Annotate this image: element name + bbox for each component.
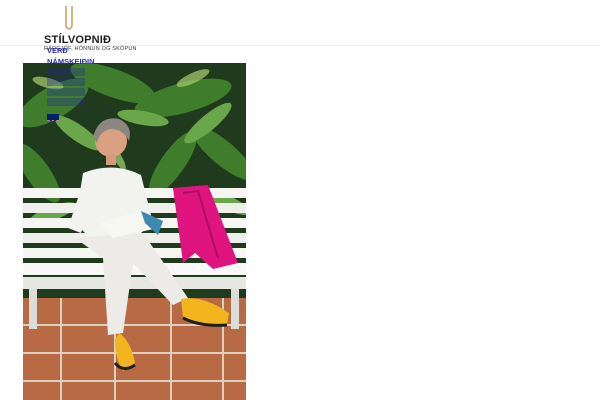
menu-item-placeholder[interactable] (47, 68, 85, 76)
logo-mark-icon (65, 6, 73, 30)
menu-item-placeholder[interactable] (47, 98, 85, 106)
menu-item-namskeidin[interactable]: NÁMSKEIÐIN (47, 56, 127, 67)
menu-item-verd[interactable]: VERÐ (47, 45, 127, 56)
header-bar: STÍLVOPNIÐ RÁÐGJÖF, HÖNNUN OG SKÖPUN (0, 0, 600, 52)
menu-item-placeholder[interactable] (47, 88, 85, 96)
main-menu: VERÐ NÁMSKEIÐIN (47, 45, 127, 126)
menu-item-placeholder[interactable] (47, 78, 85, 86)
uk-flag-icon[interactable] (47, 114, 59, 121)
